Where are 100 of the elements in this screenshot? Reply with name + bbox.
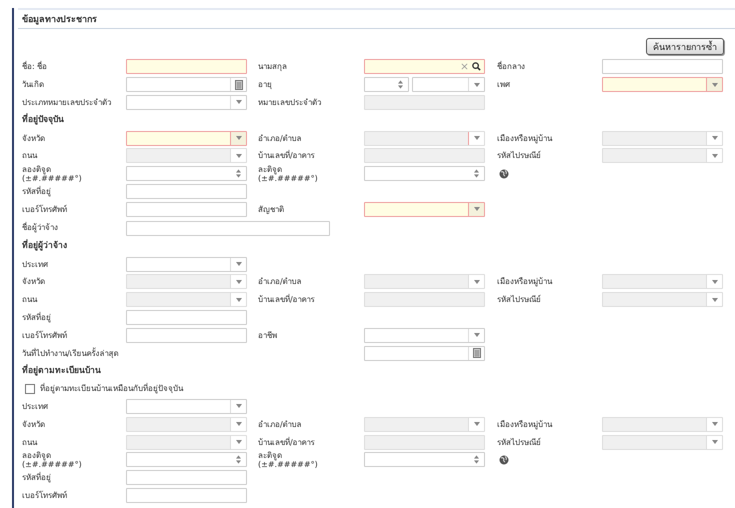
field-label: บ้านเลขที่/อาคาร [258,151,316,160]
caret-icon [236,280,242,284]
dropdown[interactable] [602,77,723,92]
calendar-icon[interactable] [472,348,480,358]
field-label: จังหวัด [22,420,46,429]
caret-icon [474,82,480,87]
caret-icon [712,82,718,87]
field-label: ลองติจูด (±#.#####°) [22,450,83,469]
text-field[interactable] [126,328,247,343]
field-label: ชื่อกลาง [497,62,526,72]
number-field[interactable] [364,452,485,468]
caret-icon [236,154,242,158]
field-label: รหัสไปรษณีย์ [497,151,542,160]
field-label: วันที่ไปทำงาน/เรียนครั้งล่าสุด [22,348,120,358]
field-label: รหัสที่อยู่ [22,187,52,196]
number-field[interactable] [126,166,247,182]
field-label: เมืองหรือหมู่บ้าน [497,134,554,143]
field-label: ประเทศ [22,260,49,269]
spinner-icon[interactable] [236,455,241,464]
dropdown[interactable] [364,202,485,217]
field-label: ถนน [22,295,38,304]
text-field[interactable] [126,488,247,504]
globe-icon[interactable] [499,168,509,179]
text-field[interactable] [126,470,247,486]
group-heading: ที่อยู่ปัจจุบัน [22,114,65,126]
field-label: เบอร์โทรศัพท์ [22,491,68,500]
caret-icon [236,100,242,104]
field-label: อำเภอ/ตำบล [258,420,303,429]
caret-icon [712,154,718,158]
field-label: วันเกิด [22,80,45,90]
text-field[interactable] [126,59,247,74]
dropdown[interactable] [412,77,485,92]
number-field[interactable] [364,166,485,182]
field-label: สัญชาติ [258,204,285,214]
caret-icon [474,333,480,338]
field-label: เมืองหรือหมู่บ้าน [497,420,554,429]
checkbox[interactable] [25,384,35,394]
field-label: ชื่อ: ชื่อ [22,62,48,72]
dropdown[interactable] [126,398,247,414]
caret-icon [474,136,480,140]
caret-icon [712,440,718,444]
field-label: ลองติจูด (±#.#####°) [22,164,83,183]
caret-icon [712,280,718,284]
caret-icon [236,404,242,408]
field-label: เพศ [497,80,511,90]
caret-icon [236,136,242,140]
date-field[interactable] [364,346,485,361]
text-field[interactable] [126,202,247,217]
text-field[interactable] [126,310,247,325]
dropdown[interactable] [364,328,485,343]
search-duplicates-button[interactable]: ค้นหารายการซ้ำ [646,38,724,55]
field-label: ชื่อผู้ว่าจ้าง [22,223,59,232]
spinner-icon[interactable] [474,455,479,464]
text-field[interactable] [602,59,723,74]
search-icon[interactable] [472,62,481,72]
caret-icon [236,422,242,426]
field-label: จังหวัด [22,277,46,286]
field-label: อำเภอ/ตำบล [258,277,303,286]
caret-icon [474,280,480,284]
field-label: บ้านเลขที่/อาคาร [258,438,316,447]
dropdown[interactable] [126,130,247,146]
field-label: ประเทศ [22,402,49,411]
field-label: ถนน [22,151,38,160]
caret-icon [712,422,718,426]
field-label: รหัสไปรษณีย์ [497,295,542,304]
field-label: เบอร์โทรศัพท์ [22,330,68,340]
field-label: ถนน [22,438,38,447]
spinner-icon[interactable] [474,169,479,178]
field-label: อายุ [258,80,273,90]
group-heading: ที่อยู่ผู้ว่าจ้าง [22,240,68,252]
field-label: รหัสไปรษณีย์ [497,438,542,447]
dropdown[interactable] [126,94,247,110]
number-field[interactable] [126,452,247,468]
globe-icon[interactable] [499,454,509,465]
field-label: หมายเลขประจำตัว [258,98,322,107]
field-label: รหัสที่อยู่ [22,312,52,322]
caret-icon [474,207,480,212]
spinner-icon[interactable] [398,80,403,90]
caret-icon [712,136,718,140]
clear-icon[interactable] [461,63,468,70]
caret-icon [236,298,242,302]
caret-icon [712,298,718,302]
field-label: ละติจูด (±#.#####°) [258,164,319,183]
field-label: ละติจูด (±#.#####°) [258,450,319,469]
text-field[interactable] [126,184,247,200]
field-label: บ้านเลขที่/อาคาร [258,295,316,304]
field-label: รหัสที่อยู่ [22,473,52,482]
spinner-icon[interactable] [236,169,241,178]
calendar-icon[interactable] [234,80,242,90]
text-field[interactable] [126,221,330,236]
dropdown[interactable] [126,256,247,272]
search-field[interactable] [364,59,485,74]
field-label: เบอร์โทรศัพท์ [22,204,68,214]
field-label: เมืองหรือหมู่บ้าน [497,277,554,286]
number-field[interactable] [364,77,409,92]
date-field[interactable] [126,77,247,92]
field-label: ประเภทหมายเลขประจำตัว [22,98,112,107]
group-heading: ที่อยู่ตามทะเบียนบ้าน [22,364,102,377]
checkbox-label: ที่อยู่ตามทะเบียนบ้านเหมือนกับที่อยู่ปัจจุบัน [40,382,183,396]
caret-icon [236,440,242,444]
